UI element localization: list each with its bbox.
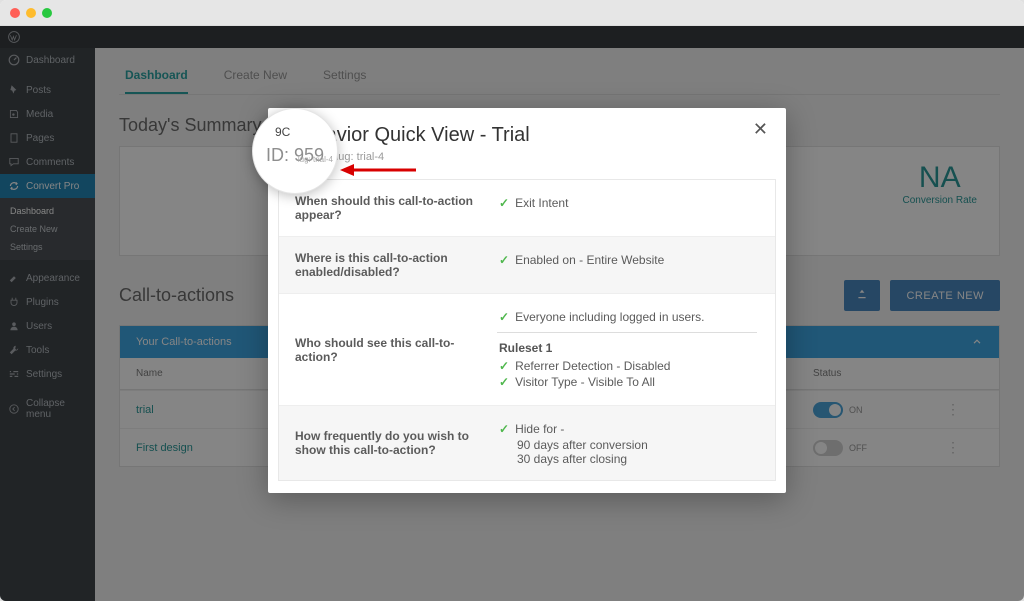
check-icon: ✓ bbox=[499, 253, 509, 267]
divider bbox=[497, 332, 757, 333]
frequency-detail: 90 days after conversion bbox=[499, 438, 765, 452]
frequency-detail: 30 days after closing bbox=[499, 452, 765, 466]
check-icon: ✓ bbox=[499, 359, 509, 373]
modal-row-who: Who should see this call-to-action? ✓Eve… bbox=[279, 293, 775, 405]
modal-question: Where is this call-to-action enabled/dis… bbox=[279, 237, 489, 293]
modal-close-button[interactable]: ✕ bbox=[747, 118, 774, 141]
check-icon: ✓ bbox=[499, 422, 509, 436]
modal-row-frequency: How frequently do you wish to show this … bbox=[279, 405, 775, 480]
window-min-dot[interactable] bbox=[26, 8, 36, 18]
modal-question: How frequently do you wish to show this … bbox=[279, 415, 489, 471]
app-window: Dashboard Posts Media Pages Comments Con… bbox=[0, 0, 1024, 601]
modal-header: Behavior Quick View - Trial ID: 959 Slug… bbox=[268, 108, 786, 171]
ruleset-heading: Ruleset 1 bbox=[499, 341, 765, 355]
modal-body: When should this call-to-action appear? … bbox=[278, 179, 776, 481]
modal-answer: ✓Exit Intent bbox=[489, 180, 775, 236]
check-icon: ✓ bbox=[499, 196, 509, 210]
window-max-dot[interactable] bbox=[42, 8, 52, 18]
check-icon: ✓ bbox=[499, 375, 509, 389]
modal-row-appear: When should this call-to-action appear? … bbox=[279, 180, 775, 236]
modal-answer: ✓Enabled on - Entire Website bbox=[489, 237, 775, 293]
modal-answer: ✓Hide for - 90 days after conversion 30 … bbox=[489, 406, 775, 480]
magnifier-callout: 9C ID: 959 lug: trial-4 bbox=[252, 108, 338, 194]
magnifier-partial: 9C bbox=[275, 125, 290, 139]
modal-question: Who should see this call-to-action? bbox=[279, 322, 489, 378]
check-icon: ✓ bbox=[499, 310, 509, 324]
modal-answer: ✓Everyone including logged in users. Rul… bbox=[489, 294, 775, 405]
titlebar bbox=[0, 0, 1024, 26]
modal-slug: ID: 959 Slug: trial-4 bbox=[290, 151, 764, 163]
modal-title: Behavior Quick View - Trial bbox=[290, 124, 764, 147]
magnifier-slug: lug: trial-4 bbox=[298, 155, 333, 164]
window-close-dot[interactable] bbox=[10, 8, 20, 18]
behavior-quick-view-modal: Behavior Quick View - Trial ID: 959 Slug… bbox=[268, 108, 786, 493]
modal-row-where: Where is this call-to-action enabled/dis… bbox=[279, 236, 775, 293]
